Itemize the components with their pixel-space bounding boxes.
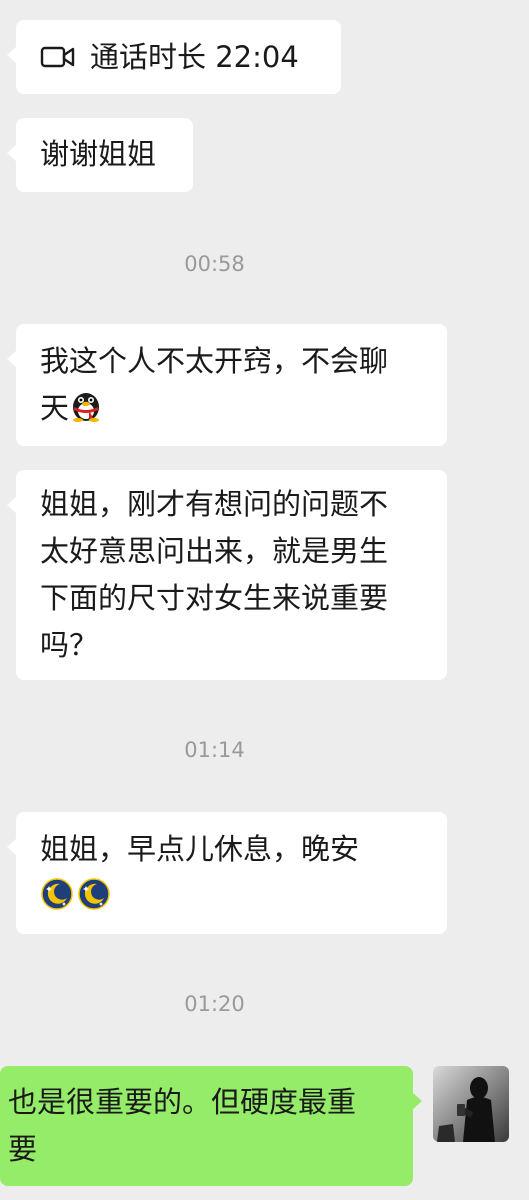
message-bubble[interactable]: 我这个人不太开窍，不会聊 天 — [7, 324, 447, 446]
message-text-line: 下面的尺寸对女生来说重要 — [40, 581, 389, 615]
emoji-row — [40, 873, 423, 920]
call-duration-label: 通话时长 22:04 — [90, 39, 299, 74]
video-call-icon — [40, 46, 75, 68]
message-text-line: 吗？ — [40, 628, 99, 662]
message-bubble[interactable]: 谢谢姐姐 — [7, 118, 193, 192]
message-text-line: 也是很重要的。但硬度最重 — [8, 1085, 357, 1119]
message-text: 谢谢姐姐 — [40, 137, 157, 171]
call-row: 通话时长 22:04 — [40, 20, 317, 94]
message-text: 天 — [40, 391, 70, 425]
message-text-line: 我这个人不太开窍，不会聊 — [40, 344, 389, 378]
message-bubble[interactable]: 姐姐，刚才有想问的问题不 太好意思问出来，就是男生 下面的尺寸对女生来说重要 吗… — [7, 470, 447, 680]
message-text-line: 太好意思问出来，就是男生 — [40, 534, 389, 568]
message-text-line: 要 — [8, 1132, 38, 1166]
sleepy-moon-emoji — [41, 878, 73, 910]
message-text-line: 姐姐，早点儿休息，晚安 — [40, 832, 360, 866]
timestamp: 01:20 — [184, 992, 245, 1016]
sleepy-moon-emoji — [78, 878, 110, 910]
user-avatar-silhouette-icon — [433, 1066, 509, 1142]
timestamp: 00:58 — [184, 252, 245, 276]
chat-view: 通话时长 22:04 谢谢姐姐 00:58 我这个人不太开窍，不会聊 天 姐姐，… — [0, 0, 529, 1200]
user-avatar[interactable] — [433, 1066, 509, 1142]
outgoing-message-bubble[interactable]: 也是很重要的。但硬度最重 要 — [0, 1066, 422, 1186]
message-text-line-with-emoji: 天 — [40, 385, 423, 432]
timestamp: 01:14 — [184, 738, 245, 762]
call-record-bubble[interactable]: 通话时长 22:04 — [7, 20, 341, 94]
qq-penguin-emoji — [73, 393, 100, 422]
message-text-line: 姐姐，刚才有想问的问题不 — [40, 487, 389, 521]
message-bubble[interactable]: 姐姐，早点儿休息，晚安 — [7, 812, 447, 934]
